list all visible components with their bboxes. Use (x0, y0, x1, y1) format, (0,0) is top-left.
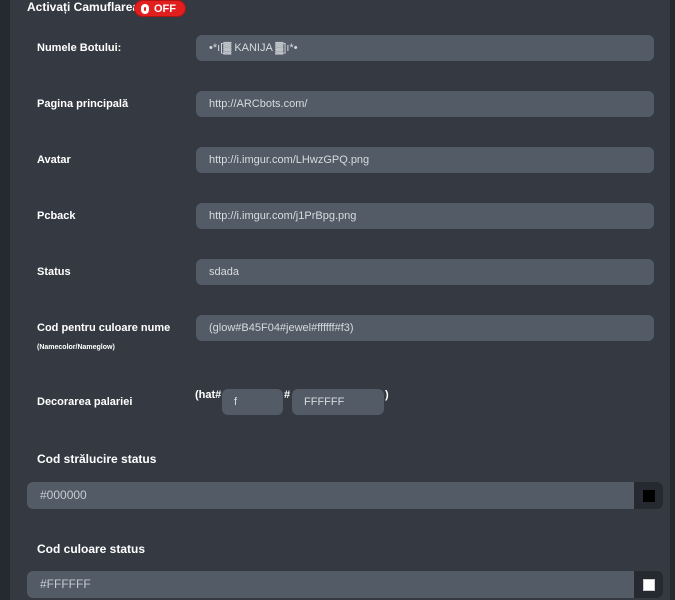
status-color-picker[interactable] (634, 571, 663, 598)
bot-name-input[interactable]: •*ı[▓ KANIJA ▓]ı*• (196, 35, 654, 61)
toggle-knob-icon (141, 4, 149, 14)
status-color-swatch (643, 579, 655, 591)
right-rail (670, 0, 675, 600)
status-input[interactable]: sdada (196, 259, 654, 285)
hat-separator: # (284, 389, 291, 401)
name-color-label: Cod pentru culoare nume (37, 322, 171, 334)
status-label: Status (37, 266, 71, 278)
homepage-label: Pagina principală (37, 98, 129, 110)
avatar-label: Avatar (37, 154, 71, 166)
camouflage-label: Activați Camuflarea? (27, 0, 147, 14)
hat-decoration-label: Decorarea palariei (37, 396, 133, 408)
status-glow-picker[interactable] (634, 482, 663, 509)
status-glow-swatch (643, 490, 655, 502)
settings-panel (10, 0, 670, 600)
status-glow-input[interactable]: #000000 (27, 482, 634, 509)
name-color-input[interactable]: (glow#B45F04#jewel#ffffff#f3) (196, 315, 654, 341)
pcback-input[interactable]: http://i.imgur.com/j1PrBpg.png (196, 203, 654, 229)
hat-value-input[interactable]: f (222, 389, 283, 415)
hat-suffix: ) (385, 389, 389, 401)
status-glow-label: Cod strălucire status (37, 452, 157, 466)
toggle-state-text: OFF (154, 3, 176, 15)
hat-prefix: (hat# (195, 389, 222, 401)
camouflage-toggle[interactable]: OFF (134, 0, 186, 17)
hat-color-input[interactable]: FFFFFF (292, 389, 384, 415)
status-color-label: Cod culoare status (37, 542, 146, 556)
name-color-sublabel: (Namecolor/Nameglow) (37, 344, 115, 351)
status-color-input[interactable]: #FFFFFF (27, 571, 634, 598)
left-rail (0, 0, 10, 600)
pcback-label: Pcback (37, 210, 76, 222)
homepage-input[interactable]: http://ARCbots.com/ (196, 91, 654, 117)
bot-name-label: Numele Botului: (37, 42, 122, 54)
avatar-input[interactable]: http://i.imgur.com/LHwzGPQ.png (196, 147, 654, 173)
